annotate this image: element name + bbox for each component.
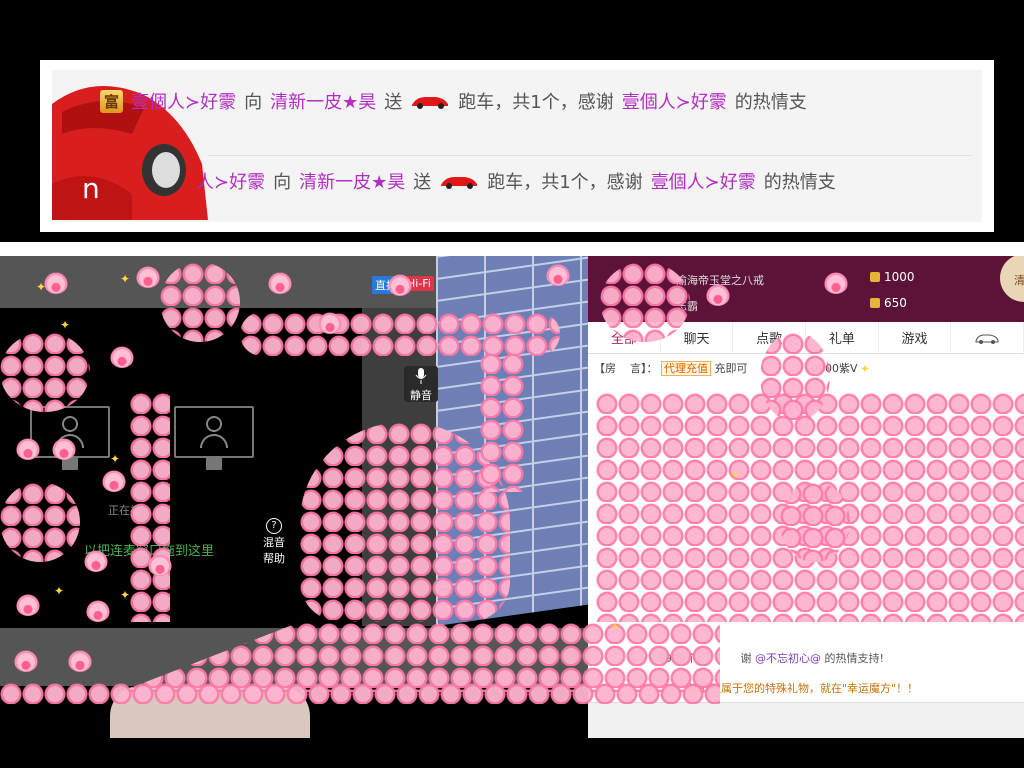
tab-games[interactable]: 游戏: [879, 322, 952, 353]
sports-car-gift-icon: [410, 93, 450, 109]
room-suffix: 充即可: [714, 362, 748, 375]
chat-message: 抽取独属于您的特殊礼物，就在"幸运魔方"！！: [688, 682, 919, 695]
hifi-tag[interactable]: Hi-Fi: [404, 276, 434, 291]
tab-car[interactable]: [951, 322, 1024, 353]
help-label: 帮助: [263, 552, 285, 565]
user-icon: [62, 416, 78, 432]
gift-notice-row: 富 壹個人≻好霥 向 清新一皮★昊 送 跑车 ，共1个，感谢 壹個人≻好霥 的热…: [100, 82, 807, 120]
help-icon: ?: [266, 518, 282, 534]
wealth-badge: 富: [100, 89, 124, 113]
receiver-name[interactable]: 清新一皮★昊: [270, 88, 376, 114]
room-prefix: 【房: [594, 362, 616, 375]
tab-gift-list[interactable]: 礼单: [806, 322, 879, 353]
recharge-agent-link[interactable]: 代理充值: [661, 361, 711, 376]
guest-mic-slot-1[interactable]: [30, 406, 110, 470]
live-room: 直播 Hi-Fi 静音 正在视 以把连麦窗口拖到这里 ? 混音 帮助 渝海帝玉堂…: [0, 242, 1024, 738]
sports-car-gift-icon: [439, 173, 479, 189]
connecting-text: 正在视: [108, 504, 141, 517]
gift-name: 跑车: [458, 92, 495, 113]
chat-user-name[interactable]: @不忘初心@: [755, 652, 821, 665]
drag-hint-text: 以把连麦窗口拖到这里: [84, 544, 215, 559]
rank-coins: 1000: [870, 270, 915, 284]
mute-label: 静音: [410, 389, 432, 402]
to-word: 向: [244, 92, 263, 113]
chat-message-prefix: 5999个: [658, 652, 697, 665]
notice-tail: 的热情支: [763, 172, 836, 193]
tab-all[interactable]: 全部: [588, 322, 661, 353]
notice-tail: 的热情支: [734, 92, 807, 113]
divider: [208, 155, 972, 156]
gift-notice-panel: n 富 壹個人≻好霥 向 清新一皮★昊 送 跑车 ，共1个，感谢 壹個人≻好霥 …: [52, 70, 982, 222]
brick-wall-backdrop: [436, 256, 588, 626]
user-icon: [206, 416, 222, 432]
rank-name[interactable]: 忘霸: [676, 298, 698, 314]
gift-notice-row: 人≻好霥 向 清新一皮★昊 送 跑车 ，共1个，感谢 壹個人≻好霥 的热情支: [196, 162, 836, 200]
rank-coins: 650: [870, 296, 907, 310]
car-icon: [975, 334, 999, 344]
sender-name[interactable]: 人≻好霥: [196, 168, 265, 194]
video-side-panel: [362, 308, 436, 626]
microphone-icon: [415, 368, 427, 384]
room-announcement: 【房 言】： 代理充值 充即可 0000紫V: [594, 360, 858, 376]
gift-notice-banner: n 富 壹個人≻好霥 向 清新一皮★昊 送 跑车 ，共1个，感谢 壹個人≻好霥 …: [40, 60, 994, 232]
chat-panel: 渝海帝玉堂之八戒 1000 忘霸 650 清 全部 聊天 点歌 礼单 游戏 【房…: [588, 256, 1024, 738]
guest-mic-slot-2[interactable]: [174, 406, 254, 470]
gift-count-text: ，共1个，感谢: [523, 172, 643, 193]
video-bottom-bar: [0, 628, 588, 686]
gift-name: 跑车: [487, 172, 524, 193]
chat-tabs: 全部 聊天 点歌 礼单 游戏: [588, 322, 1024, 354]
rank-name[interactable]: 渝海帝玉堂之八戒: [676, 272, 764, 288]
mute-button[interactable]: 静音: [404, 366, 438, 402]
tab-song-request[interactable]: 点歌: [733, 322, 807, 353]
sender-name[interactable]: 壹個人≻好霥: [131, 88, 236, 114]
thanked-name[interactable]: 壹個人≻好霥: [622, 88, 727, 114]
room-tail: 0000紫V: [811, 362, 858, 375]
gift-count-text: ，共1个，感谢: [494, 92, 614, 113]
svg-text:n: n: [82, 172, 100, 205]
mix-help-button[interactable]: ? 混音 帮助: [258, 518, 290, 566]
chat-input-area[interactable]: [588, 702, 1024, 738]
chat-message-tail: 的热情支持!: [824, 652, 884, 665]
send-word: 送: [413, 172, 432, 193]
to-word: 向: [273, 172, 292, 193]
video-player[interactable]: 直播 Hi-Fi 静音 正在视 以把连麦窗口拖到这里 ? 混音 帮助: [0, 256, 588, 738]
thanked-name[interactable]: 壹個人≻好霥: [651, 168, 756, 194]
send-word: 送: [384, 92, 403, 113]
gold-button[interactable]: 清: [1000, 256, 1024, 302]
bottom-letterbox: [0, 738, 1024, 768]
chat-message: 5999个 谢 @不忘初心@ 的热情支持!: [658, 650, 884, 666]
chat-header: 渝海帝玉堂之八戒 1000 忘霸 650 清: [588, 256, 1024, 322]
live-tag: 直播: [372, 276, 400, 294]
chat-thanks-word: 谢: [740, 652, 752, 665]
mix-label: 混音: [263, 536, 285, 549]
room-mid: 言】：: [630, 362, 658, 375]
receiver-name[interactable]: 清新一皮★昊: [299, 168, 405, 194]
streamer-video: [110, 686, 310, 738]
tab-chat[interactable]: 聊天: [661, 322, 734, 353]
